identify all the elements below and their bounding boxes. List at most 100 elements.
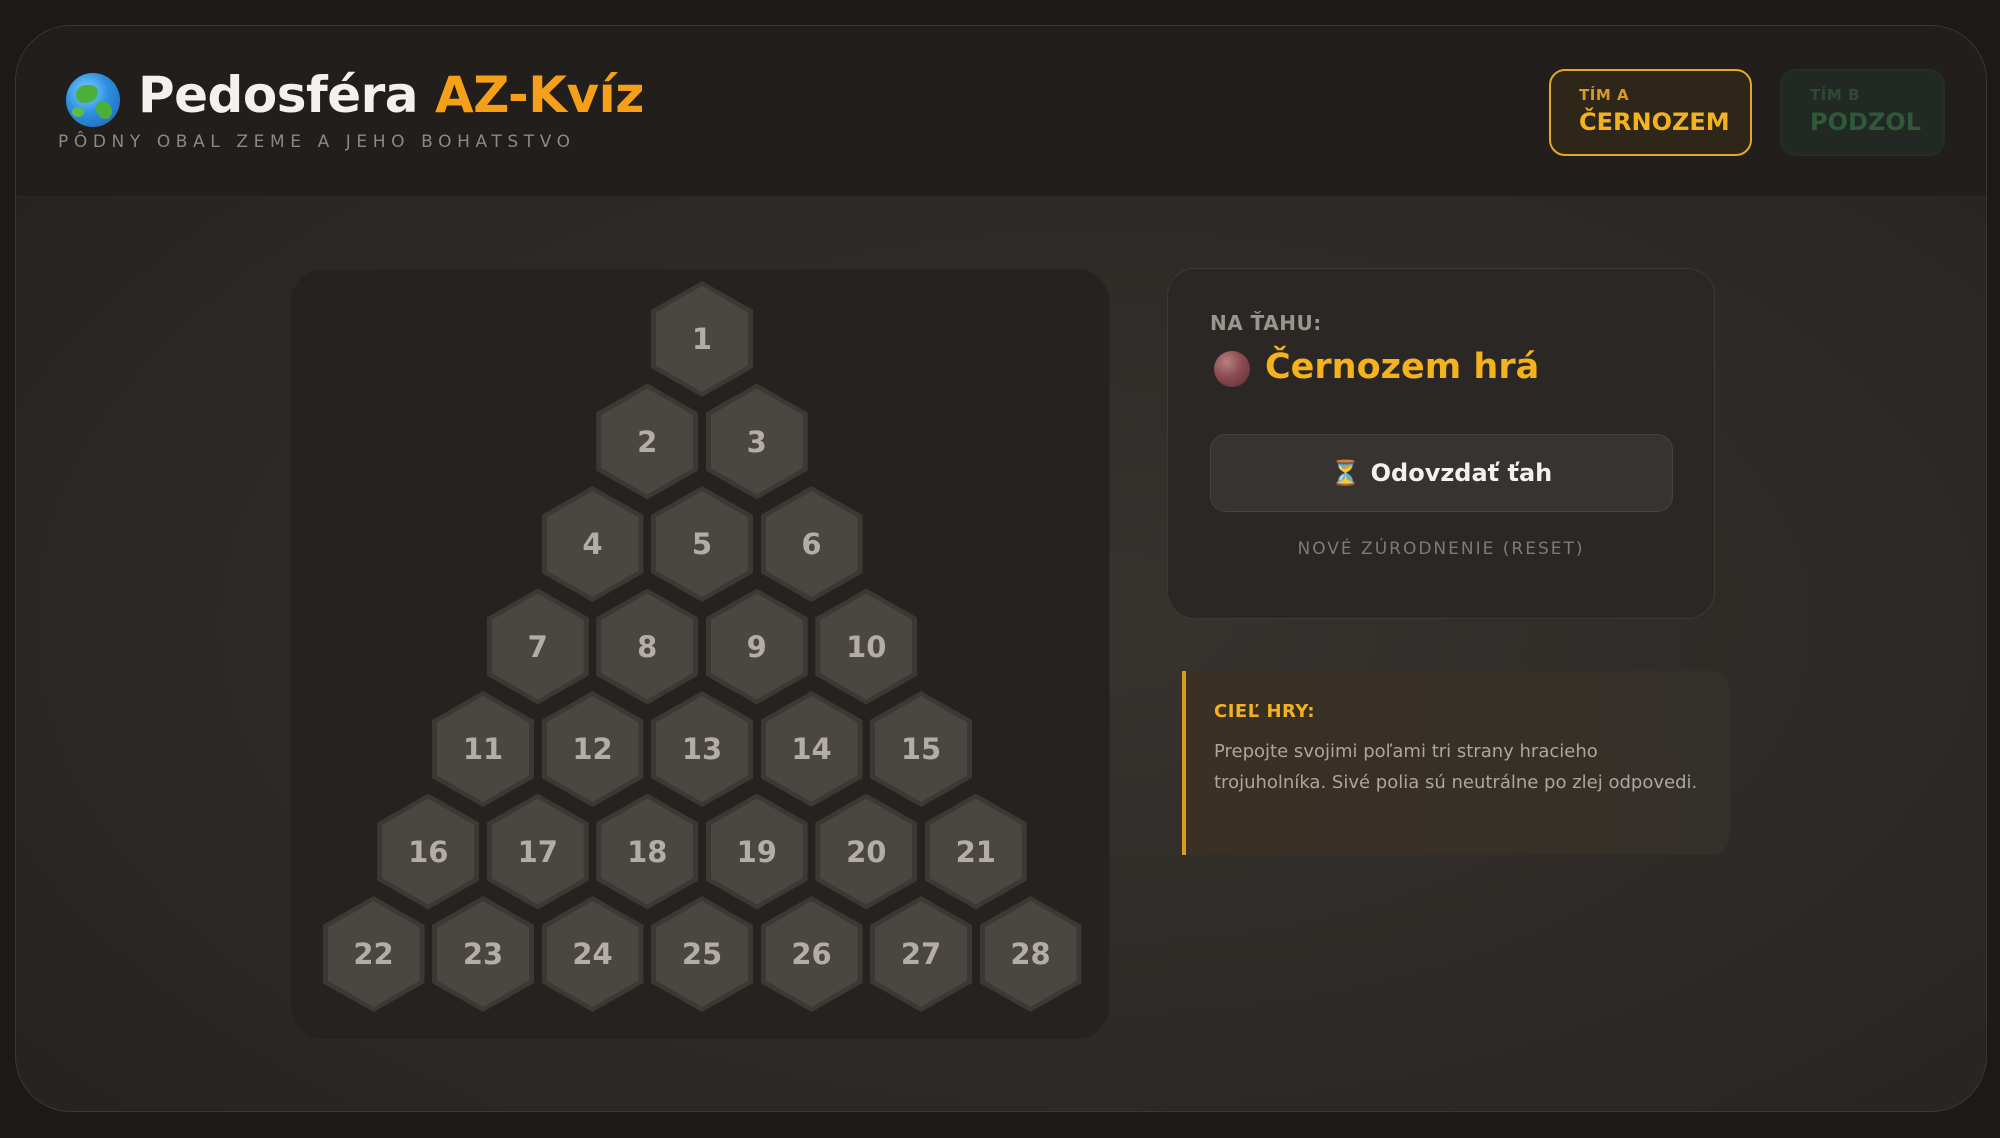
turn-panel: NA ŤAHU: Černozem hrá ⏳ Odovzdať ťah NOV… [1167,268,1715,619]
board-cell-number: 16 [408,834,449,869]
team-a-label: TÍM A [1579,86,1630,104]
board-cell-number: 8 [637,629,658,664]
board-cell[interactable]: 9 [705,588,808,705]
board-cell[interactable]: 24 [541,896,644,1012]
board-cell[interactable]: 26 [760,896,863,1012]
board-cell[interactable]: 12 [541,691,644,807]
board-cell-number: 24 [572,937,613,971]
board-cell[interactable]: 4 [541,486,644,602]
board-cell-number: 9 [746,629,767,664]
team-a-card: TÍM A ČERNOZEM [1549,69,1752,156]
board-cell-number: 6 [801,527,822,561]
board-cell-number: 19 [736,834,777,869]
board-cell[interactable]: 1 [651,281,753,397]
board-cell-face: 21 [929,798,1022,905]
app-window: Pedosféra AZ-Kvíz PÔDNY OBAL ZEME A JEHO… [15,25,1987,1112]
board-cell-face: 2 [601,388,694,495]
board-cell-face: 25 [656,901,748,1007]
title-accent: AZ-Kvíz [434,66,644,124]
hourglass-icon: ⏳ [1330,459,1361,487]
board-cell[interactable]: 18 [596,793,699,910]
team-a-name: ČERNOZEM [1579,108,1730,136]
board-cell-number: 23 [462,937,504,971]
board-cell-number: 10 [846,629,887,664]
board-cell[interactable]: 14 [760,691,863,807]
board-cell-number: 27 [900,937,942,971]
board-cell-face: 12 [546,696,639,802]
board-cell-face: 17 [491,798,584,905]
board-cell-face: 11 [437,696,529,802]
board-cell-face: 16 [382,798,475,905]
board-cell-face: 23 [437,901,529,1007]
board-cell-number: 25 [681,937,723,971]
board-cell-number: 3 [746,424,767,459]
board-cell-face: 1 [656,286,748,392]
board-cell-number: 15 [900,732,942,766]
board-cell-face: 10 [820,593,913,700]
board-cell[interactable]: 28 [979,896,1082,1012]
board-cell-face: 4 [546,491,639,597]
board-cell-face: 27 [875,901,967,1007]
board-cell[interactable]: 22 [322,896,425,1012]
board-cell-face: 15 [875,696,967,802]
board-cell-number: 18 [627,834,668,869]
board-cell-face: 8 [601,593,694,700]
board-cell[interactable]: 23 [432,896,534,1012]
board-cell-number: 17 [517,834,558,869]
turn-label: NA ŤAHU: [1210,311,1322,335]
goal-box: CIEĽ HRY: Prepojte svojimi poľami tri st… [1182,671,1730,855]
globe-icon [66,73,120,127]
board-cell[interactable]: 27 [870,896,972,1012]
board-cell-number: 20 [846,834,887,869]
goal-title: CIEĽ HRY: [1214,701,1316,722]
goal-text: Prepojte svojimi poľami tri strany hraci… [1214,741,1698,793]
board-cell[interactable]: 8 [596,588,699,705]
board-cell[interactable]: 25 [651,896,753,1012]
board-cell-face: 13 [656,696,748,802]
pass-turn-button[interactable]: ⏳ Odovzdať ťah [1210,434,1673,512]
board-cell[interactable]: 15 [870,691,972,807]
board-cell-number: 26 [791,937,832,971]
board-cell-face: 9 [710,593,803,700]
team-b-name: PODZOL [1810,108,1922,136]
board-cell[interactable]: 13 [651,691,753,807]
board-cell-face: 19 [710,798,803,905]
board-cell-face: 14 [765,696,858,802]
header: Pedosféra AZ-Kvíz PÔDNY OBAL ZEME A JEHO… [16,26,1986,197]
board-cell-number: 2 [637,424,658,459]
board-cell-number: 13 [681,732,723,766]
board-cell[interactable]: 5 [651,486,753,602]
board-cell-face: 5 [656,491,748,597]
board-cell[interactable]: 3 [705,383,808,500]
board-cell[interactable]: 20 [815,793,918,910]
team-b-label: TÍM B [1810,86,1860,104]
board-cell-face: 7 [491,593,584,700]
board-cell-face: 6 [765,491,858,597]
app-title: Pedosféra AZ-Kvíz [138,66,644,124]
board-cell-number: 7 [527,629,548,664]
board-cell-number: 12 [572,732,613,766]
app-subtitle: PÔDNY OBAL ZEME A JEHO BOHATSTVO [58,132,576,152]
reset-button[interactable]: NOVÉ ZÚRODNENIE (RESET) [1168,539,1714,559]
board-cell[interactable]: 16 [377,793,480,910]
board-cell[interactable]: 10 [815,588,918,705]
board-cell-number: 4 [582,527,603,561]
board-cell[interactable]: 11 [432,691,534,807]
board-cell-number: 28 [1010,937,1051,971]
board-cell-face: 26 [765,901,858,1007]
board-cell[interactable]: 21 [924,793,1027,910]
board-cell[interactable]: 6 [760,486,863,602]
team-b-card: TÍM B PODZOL [1780,69,1945,156]
board-cell-number: 22 [353,937,394,971]
current-player: Černozem hrá [1265,347,1540,387]
game-board: 1 2 3 4 5 6 7 8 9 10 11 12 13 14 15 16 17 18 19 20 21 22 23 24 2… [290,268,1110,1040]
board-cell[interactable]: 19 [705,793,808,910]
board-cell-number: 5 [691,527,713,561]
board-cell[interactable]: 7 [486,588,589,705]
board-cell[interactable]: 17 [486,793,589,910]
board-cell[interactable]: 2 [596,383,699,500]
board-cell-number: 14 [791,732,832,766]
board-cell-face: 28 [984,901,1077,1007]
board-cell-number: 11 [462,732,504,766]
title-main: Pedosféra [138,66,419,124]
